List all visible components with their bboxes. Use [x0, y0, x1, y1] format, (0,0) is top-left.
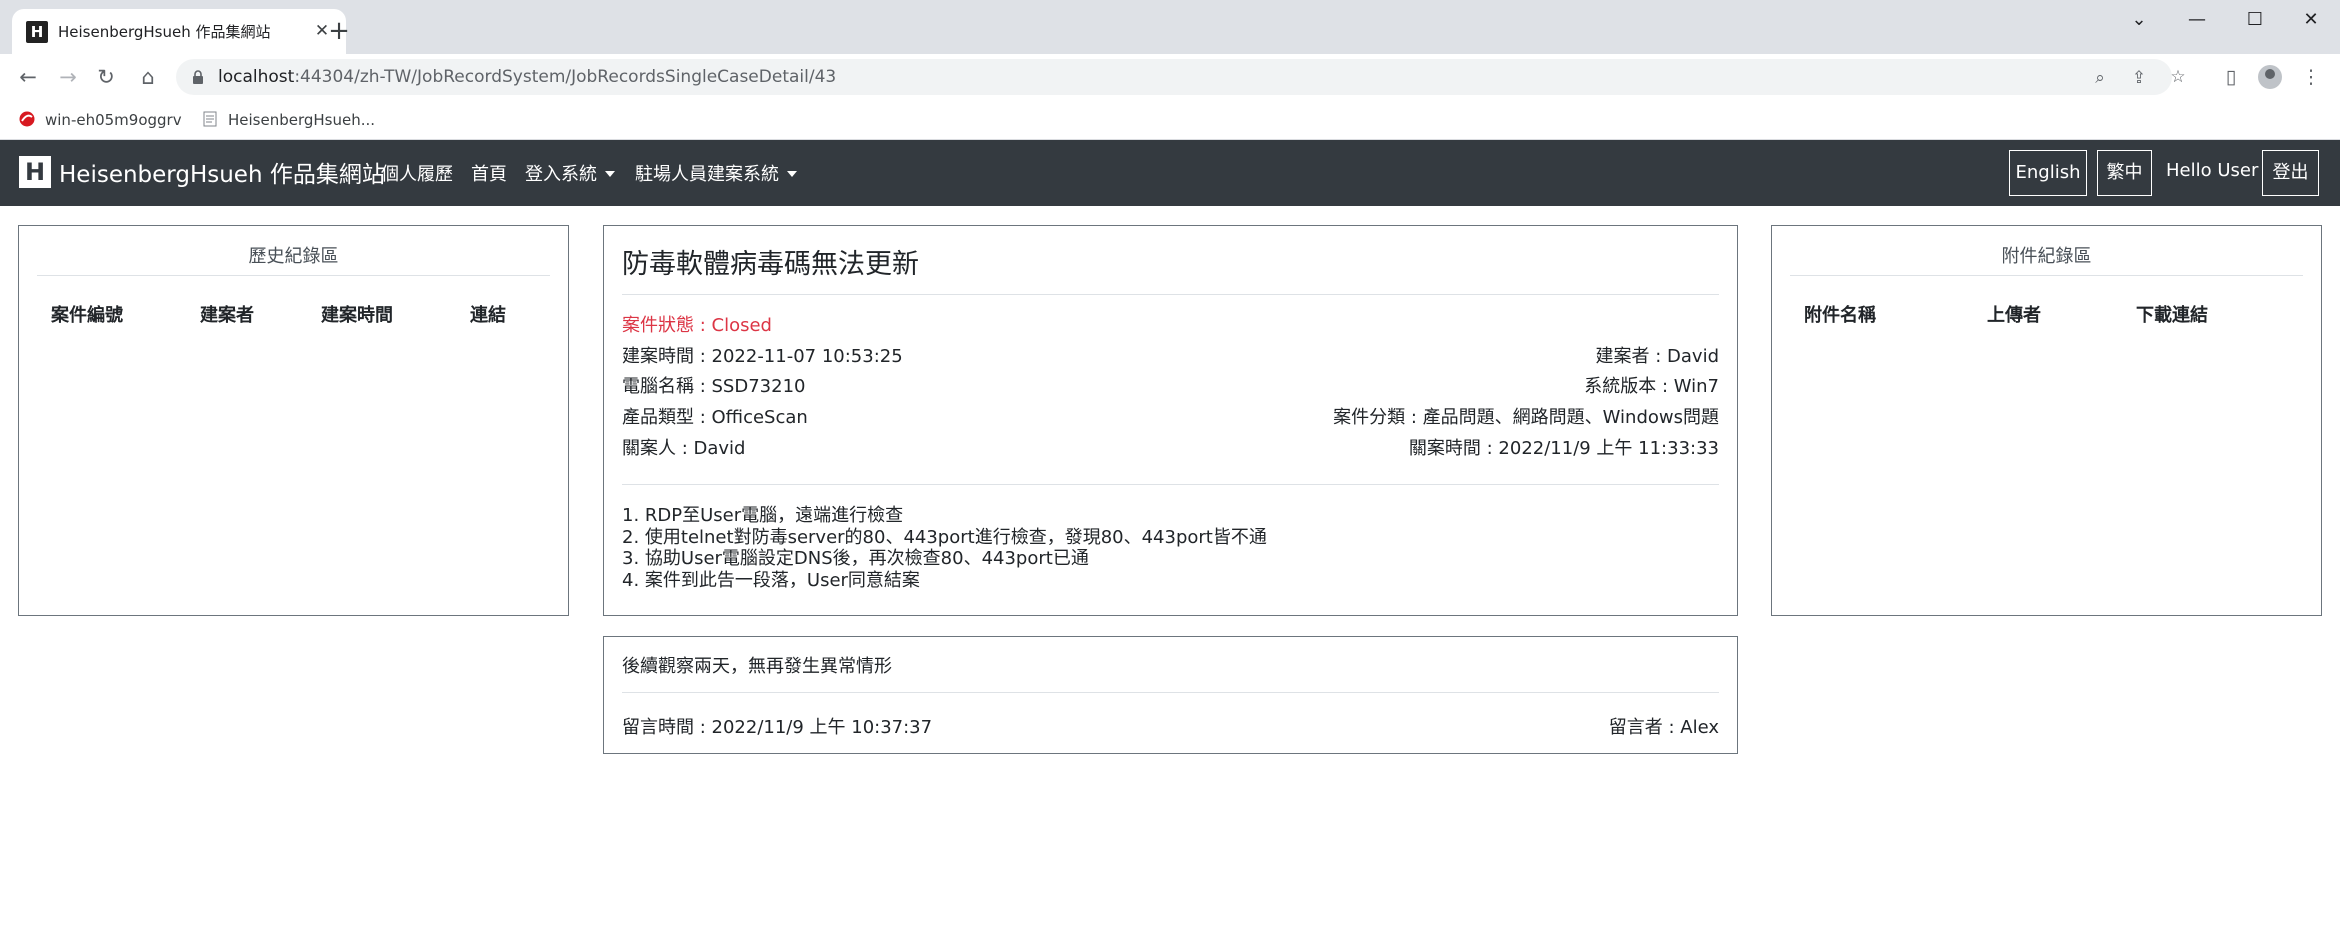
nav-login-dropdown[interactable]: 登入系統: [525, 160, 615, 186]
browser-tabstrip: H HeisenbergHsueh 作品集網站 ✕ + ⌄ — ☐ ✕: [0, 0, 2340, 54]
page-icon: [203, 111, 217, 127]
bookmarks-bar: win-eh05m9oggrv HeisenbergHsueh...: [0, 100, 2340, 140]
nav-resume[interactable]: 個人履歷: [381, 160, 453, 186]
browser-toolbar: ← → ↻ ⌂ localhost:44304/zh-TW/JobRecordS…: [0, 54, 2340, 100]
user-greeting: Hello User: [2166, 160, 2259, 181]
column-header: 建案者: [200, 305, 254, 326]
nav-home[interactable]: 首頁: [471, 160, 507, 186]
case-creator: 建案者 : David: [1595, 346, 1719, 367]
star-bookmark-icon[interactable]: ☆: [2165, 64, 2191, 90]
os-version: 系統版本 : Win7: [1584, 376, 1719, 397]
maximize-icon[interactable]: ☐: [2226, 0, 2284, 40]
site-favicon-icon: H: [26, 21, 48, 43]
side-panel-icon[interactable]: ▯: [2214, 60, 2248, 94]
bookmark-item[interactable]: win-eh05m9oggrv: [19, 108, 182, 132]
divider: [622, 294, 1719, 295]
attachments-title: 附件紀錄區: [1790, 242, 2303, 276]
divider: [622, 484, 1719, 485]
browser-tab[interactable]: H HeisenbergHsueh 作品集網站 ✕: [12, 9, 346, 54]
trend-micro-icon: [19, 111, 35, 127]
comment-text: 後續觀察兩天，無再發生異常情形: [622, 656, 892, 677]
case-detail-panel: 防毒軟體病毒碼無法更新 案件狀態 : Closed 建案時間 : 2022-11…: [603, 225, 1738, 616]
column-header: 上傳者: [1987, 305, 2041, 326]
case-closer: 關案人 : David: [622, 438, 746, 459]
bookmark-item[interactable]: HeisenbergHsueh...: [202, 108, 375, 132]
lock-icon: [193, 70, 203, 84]
new-tab-icon[interactable]: +: [323, 15, 355, 47]
brand-link[interactable]: HeisenbergHsueh 作品集網站: [59, 155, 385, 189]
logout-button[interactable]: 登出: [2262, 150, 2319, 196]
minimize-icon[interactable]: —: [2168, 0, 2226, 40]
tab-search-chevron-icon[interactable]: ⌄: [2110, 0, 2168, 40]
back-icon[interactable]: ←: [11, 60, 45, 94]
case-status: 案件狀態 : Closed: [622, 315, 772, 336]
case-step: 4. 案件到此告一段落，User同意結案: [622, 570, 920, 591]
home-icon[interactable]: ⌂: [131, 60, 165, 94]
url-text: localhost:44304/zh-TW/JobRecordSystem/Jo…: [218, 67, 837, 87]
caret-down-icon: [605, 171, 615, 177]
site-navbar: H HeisenbergHsueh 作品集網站 個人履歷 首頁 登入系統 駐場人…: [0, 140, 2340, 206]
column-header: 附件名稱: [1804, 305, 1876, 326]
brand-logo-icon[interactable]: H: [19, 156, 51, 188]
share-icon[interactable]: ⇪: [2126, 65, 2152, 91]
case-created-time: 建案時間 : 2022-11-07 10:53:25: [622, 346, 903, 367]
lang-zh-button[interactable]: 繁中: [2097, 150, 2152, 196]
column-header: 案件編號: [51, 305, 123, 326]
caret-down-icon: [787, 171, 797, 177]
attachments-panel: 附件紀錄區 附件名稱 上傳者 下載連結: [1771, 225, 2322, 616]
lang-english-button[interactable]: English: [2009, 150, 2087, 196]
column-header: 下載連結: [2136, 305, 2208, 326]
case-title: 防毒軟體病毒碼無法更新: [622, 249, 919, 280]
comment-author: 留言者 : Alex: [1608, 717, 1719, 738]
address-bar[interactable]: localhost:44304/zh-TW/JobRecordSystem/Jo…: [176, 59, 2186, 95]
comment-panel: 後續觀察兩天，無再發生異常情形 留言時間 : 2022/11/9 上午 10:3…: [603, 636, 1738, 754]
reload-icon[interactable]: ↻: [89, 60, 123, 94]
history-title: 歷史紀錄區: [37, 242, 550, 276]
profile-avatar-icon[interactable]: [2258, 65, 2282, 89]
zoom-icon[interactable]: ⌕: [2087, 65, 2113, 91]
forward-icon[interactable]: →: [51, 60, 85, 94]
close-window-icon[interactable]: ✕: [2282, 0, 2340, 40]
more-menu-icon[interactable]: ⋮: [2294, 60, 2328, 94]
tab-title: HeisenbergHsueh 作品集網站: [58, 23, 271, 41]
nav-case-system-dropdown[interactable]: 駐場人員建案系統: [635, 160, 797, 186]
comment-time: 留言時間 : 2022/11/9 上午 10:37:37: [622, 717, 933, 738]
computer-name: 電腦名稱 : SSD73210: [622, 376, 806, 397]
column-header: 連結: [470, 305, 506, 326]
column-header: 建案時間: [321, 305, 393, 326]
product-type: 產品類型 : OfficeScan: [622, 407, 808, 428]
case-category: 案件分類 : 產品問題、網路問題、Windows問題: [1333, 407, 1719, 428]
divider: [622, 692, 1719, 693]
case-closed-time: 關案時間 : 2022/11/9 上午 11:33:33: [1408, 438, 1719, 459]
history-panel: 歷史紀錄區 案件編號 建案者 建案時間 連結: [18, 225, 569, 616]
